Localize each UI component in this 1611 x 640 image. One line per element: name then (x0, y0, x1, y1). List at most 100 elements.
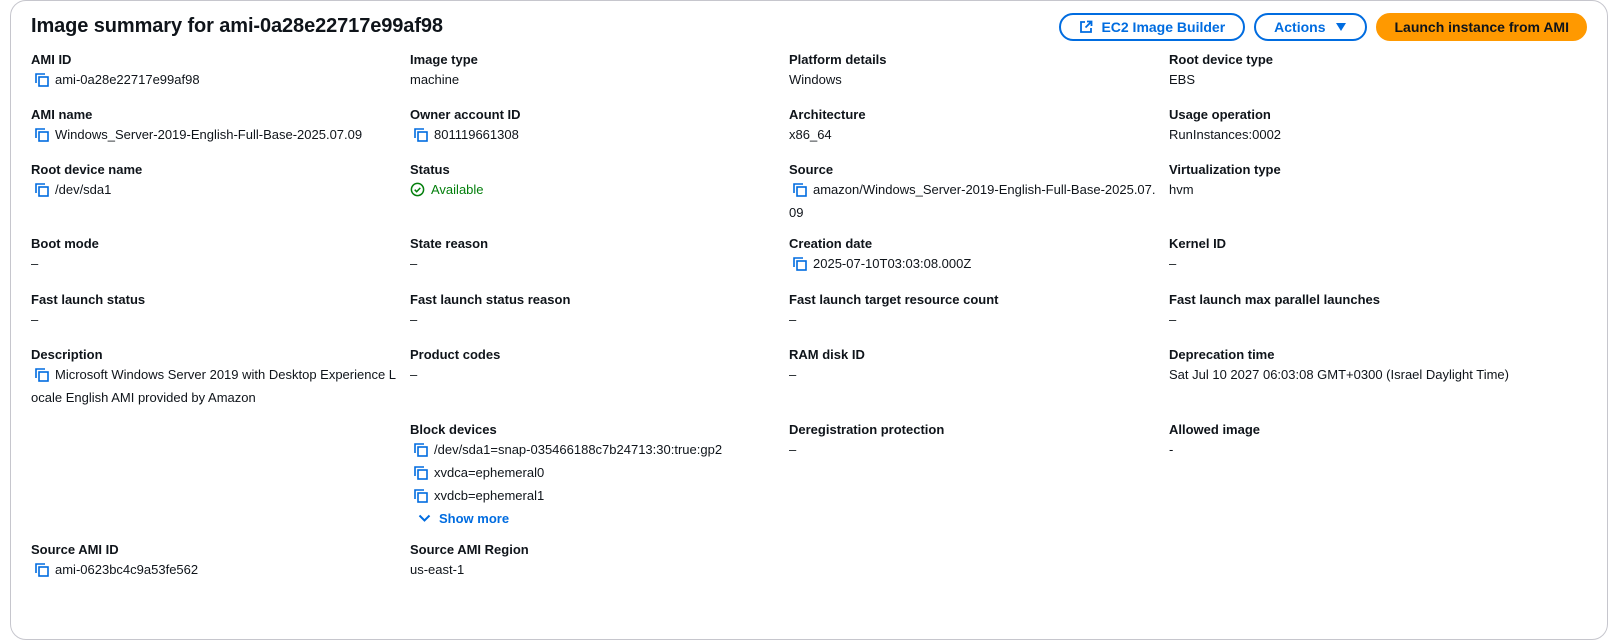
source-value: amazon/Windows_Server-2019-English-Full-… (789, 182, 1156, 220)
deregistration-protection-value: – (789, 442, 797, 457)
caret-down-icon (1335, 22, 1347, 32)
field-label: Platform details (789, 52, 887, 67)
allowed-image-value: - (1169, 442, 1174, 457)
root-device-name-value: /dev/sda1 (55, 182, 112, 197)
field-kernel-id: Kernel ID – (1169, 235, 1539, 274)
field-label: Status (410, 162, 450, 177)
copy-icon[interactable] (35, 183, 49, 203)
source-ami-id-value: ami-0623bc4c9a53fe562 (55, 562, 199, 577)
field-root-device-name: Root device name /dev/sda1 (31, 161, 401, 203)
ram-disk-id-value: – (789, 367, 797, 382)
source-ami-region-value: us-east-1 (410, 562, 465, 577)
actions-dropdown-button[interactable]: Actions (1254, 13, 1368, 41)
block-device-value: xvdca=ephemeral0 (434, 465, 545, 480)
creation-date-value: 2025-07-10T03:03:08.000Z (813, 256, 972, 271)
field-boot-mode: Boot mode – (31, 235, 401, 274)
deprecation-time-value: Sat Jul 10 2027 06:03:08 GMT+0300 (Israe… (1169, 367, 1509, 382)
copy-icon[interactable] (793, 183, 807, 203)
launch-instance-label: Launch instance from AMI (1394, 19, 1569, 35)
actions-label: Actions (1274, 19, 1326, 35)
field-label: Boot mode (31, 236, 99, 251)
description-value: Microsoft Windows Server 2019 with Deskt… (31, 367, 397, 405)
copy-icon[interactable] (414, 443, 428, 463)
fast-launch-target-value: – (789, 312, 797, 327)
field-deregistration-protection: Deregistration protection – (789, 421, 1159, 460)
status-value: Available (431, 182, 484, 197)
field-label: Usage operation (1169, 107, 1271, 122)
field-description: Description Microsoft Windows Server 201… (31, 346, 401, 408)
header-actions: EC2 Image Builder Actions Launch instanc… (1059, 13, 1587, 41)
copy-icon[interactable] (414, 489, 428, 509)
chevron-down-icon (418, 514, 431, 523)
field-source-ami-id: Source AMI ID ami-0623bc4c9a53fe562 (31, 541, 401, 583)
copy-icon[interactable] (35, 368, 49, 388)
field-fast-launch-max: Fast launch max parallel launches – (1169, 291, 1539, 330)
field-fast-launch-status: Fast launch status – (31, 291, 401, 330)
field-label: Root device name (31, 162, 143, 177)
field-owner-account-id: Owner account ID 801119661308 (410, 106, 780, 148)
virtualization-type-value: hvm (1169, 182, 1194, 197)
field-label: Fast launch status (31, 292, 146, 307)
field-label: Root device type (1169, 52, 1274, 67)
field-usage-operation: Usage operation RunInstances:0002 (1169, 106, 1539, 145)
copy-icon[interactable] (793, 257, 807, 277)
ec2-image-builder-label: EC2 Image Builder (1101, 19, 1226, 35)
field-deprecation-time: Deprecation time Sat Jul 10 2027 06:03:0… (1169, 346, 1589, 385)
fast-launch-max-value: – (1169, 312, 1177, 327)
copy-icon[interactable] (414, 466, 428, 486)
field-label: Source AMI ID (31, 542, 119, 557)
fast-launch-status-value: – (31, 312, 39, 327)
block-device-value: /dev/sda1=snap-035466188c7b24713:30:true… (434, 442, 723, 457)
field-source: Source amazon/Windows_Server-2019-Englis… (789, 161, 1159, 223)
field-image-type: Image type machine (410, 51, 780, 90)
platform-details-value: Windows (789, 72, 842, 87)
root-device-type-value: EBS (1169, 72, 1196, 87)
field-label: Kernel ID (1169, 236, 1227, 251)
field-label: Architecture (789, 107, 866, 122)
field-allowed-image: Allowed image - (1169, 421, 1539, 460)
field-product-codes: Product codes – (410, 346, 780, 385)
field-label: Deregistration protection (789, 422, 945, 437)
page-title: Image summary for ami-0a28e22717e99af98 (31, 15, 443, 37)
show-more-button[interactable]: Show more (418, 511, 509, 526)
field-label: Source (789, 162, 834, 177)
field-label: Description (31, 347, 103, 362)
ec2-image-builder-button[interactable]: EC2 Image Builder (1059, 13, 1246, 41)
show-more-label: Show more (439, 511, 510, 526)
field-label: Block devices (410, 422, 497, 437)
external-link-icon (1079, 20, 1093, 34)
field-ram-disk-id: RAM disk ID – (789, 346, 1159, 385)
field-fast-launch-status-reason: Fast launch status reason – (410, 291, 780, 330)
field-label: Source AMI Region (410, 542, 529, 557)
check-circle-icon (410, 182, 425, 203)
block-device-item: xvdca=ephemeral0 (410, 463, 780, 486)
launch-instance-button[interactable]: Launch instance from AMI (1376, 13, 1587, 41)
field-label: Owner account ID (410, 107, 521, 122)
field-label: Fast launch status reason (410, 292, 571, 307)
field-platform-details: Platform details Windows (789, 51, 1159, 90)
field-ami-id: AMI ID ami-0a28e22717e99af98 (31, 51, 401, 93)
copy-icon[interactable] (35, 128, 49, 148)
field-label: AMI ID (31, 52, 72, 67)
field-label: State reason (410, 236, 489, 251)
architecture-value: x86_64 (789, 127, 832, 142)
boot-mode-value: – (31, 256, 39, 271)
ami-id-value: ami-0a28e22717e99af98 (55, 72, 200, 87)
field-label: RAM disk ID (789, 347, 865, 362)
field-label: Allowed image (1169, 422, 1261, 437)
block-device-item: xvdcb=ephemeral1 (410, 486, 780, 509)
block-device-value: xvdcb=ephemeral1 (434, 488, 545, 503)
copy-icon[interactable] (35, 73, 49, 93)
copy-icon[interactable] (414, 128, 428, 148)
copy-icon[interactable] (35, 563, 49, 583)
field-label: Deprecation time (1169, 347, 1275, 362)
field-virtualization-type: Virtualization type hvm (1169, 161, 1539, 200)
kernel-id-value: – (1169, 256, 1177, 271)
field-label: AMI name (31, 107, 93, 122)
fast-launch-status-reason-value: – (410, 312, 418, 327)
state-reason-value: – (410, 256, 418, 271)
status-badge: Available (410, 180, 780, 203)
field-ami-name: AMI name Windows_Server-2019-English-Ful… (31, 106, 401, 148)
product-codes-value: – (410, 367, 418, 382)
field-state-reason: State reason – (410, 235, 780, 274)
